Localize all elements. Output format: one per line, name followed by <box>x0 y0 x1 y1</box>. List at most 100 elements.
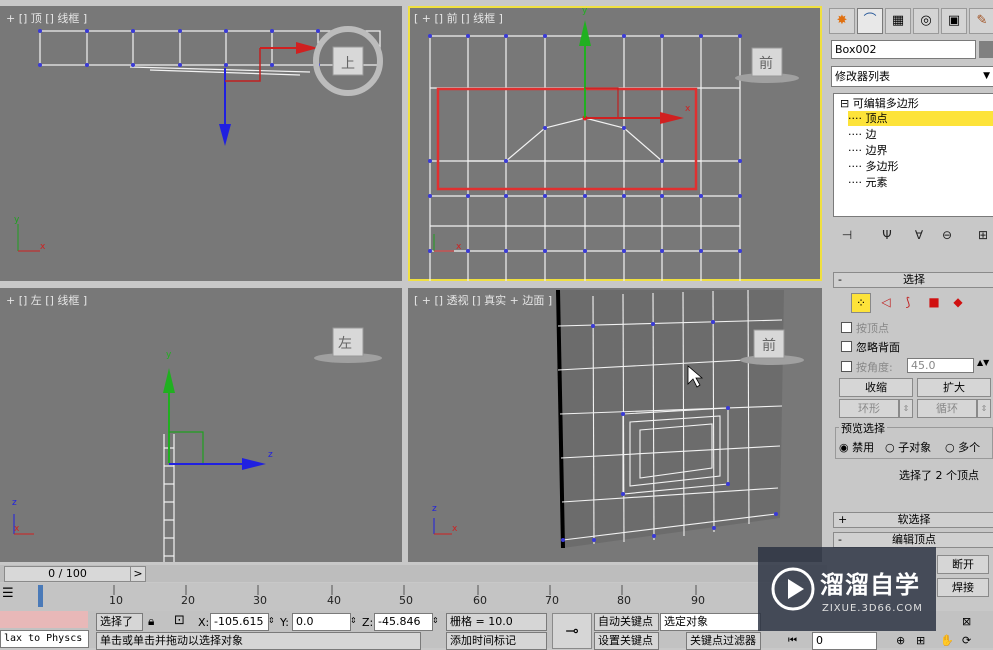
loop-spinner[interactable]: ⇕ <box>977 399 991 418</box>
modifier-list-dropdown[interactable]: 修改器列表 ▼ <box>831 66 993 87</box>
viewcube-label[interactable]: 上 <box>341 53 355 73</box>
viewport-label[interactable]: + [] 左 [] 线框 ] <box>6 292 87 308</box>
stack-item-polygon[interactable]: ···· 多边形 <box>848 159 898 174</box>
maxscript-listener-pink[interactable] <box>0 611 88 628</box>
stack-root-item[interactable]: ⊟ 可编辑多边形 <box>840 96 919 111</box>
y-label: Y: <box>280 616 289 629</box>
current-frame-field[interactable]: 0 <box>812 632 877 650</box>
watermark-logo-icon <box>771 567 815 611</box>
object-color-swatch[interactable] <box>979 41 993 58</box>
watermark-url: ZIXUE.3D66.COM <box>822 603 923 614</box>
selection-count: 选择了 <box>96 613 143 631</box>
stack-item-border[interactable]: ···· 边界 <box>848 143 887 158</box>
edit-vertices-rollout-header[interactable]: - 编辑顶点 <box>833 532 993 548</box>
x-coordinate-field[interactable]: -105.615 <box>210 613 269 631</box>
tick-label: 70 <box>545 594 559 607</box>
auto-key-button[interactable]: 自动关键点 <box>594 613 659 631</box>
selection-status-text: 选择了 2 个顶点 <box>899 469 979 482</box>
viewport-label[interactable]: + [] 顶 [] 线框 ] <box>6 10 87 26</box>
loop-button[interactable]: 循环 <box>917 399 977 418</box>
edge-mode-icon[interactable]: ◁ <box>877 293 895 311</box>
mini-curve-editor-icon[interactable]: ☰ <box>2 586 14 601</box>
next-frame-button[interactable]: > <box>130 566 146 582</box>
lock-icon[interactable]: 🔒︎ <box>148 614 154 629</box>
y-spinner[interactable]: ⇕ <box>350 616 357 625</box>
by-angle-checkbox[interactable]: 按角度: <box>841 359 893 375</box>
shrink-button[interactable]: 收缩 <box>839 378 913 397</box>
tick-label: 30 <box>253 594 267 607</box>
create-tab-icon[interactable]: ✸ <box>829 8 855 34</box>
ring-button[interactable]: 环形 <box>839 399 899 418</box>
stack-toolbar: ⊣ Ψ ∀ ⊖ ⊞ <box>833 225 993 245</box>
stack-item-vertex[interactable]: ···· 顶点 <box>848 111 993 126</box>
axis-z-label-small: z <box>432 504 437 514</box>
maxscript-listener[interactable]: lax to Physcs <box>0 630 89 648</box>
remove-modifier-icon[interactable]: ⊖ <box>937 225 957 245</box>
motion-tab-icon[interactable]: ◎ <box>913 8 939 34</box>
x-spinner[interactable]: ⇕ <box>268 616 275 625</box>
z-coordinate-field[interactable]: -45.846 <box>374 613 433 631</box>
set-key-button[interactable]: 设置关键点 <box>594 632 659 650</box>
ring-spinner[interactable]: ⇕ <box>899 399 913 418</box>
pan-icon[interactable]: ✋ <box>940 634 954 647</box>
border-mode-icon[interactable]: ⟆ <box>899 293 917 311</box>
vertex-mode-icon[interactable]: ⁘ <box>851 293 871 313</box>
angle-spinner[interactable]: 45.0 <box>907 358 974 373</box>
selected-object-dropdown[interactable]: 选定对象 <box>660 613 761 631</box>
viewport-front[interactable]: [ + [] 前 [] 线框 ] 前 y x x <box>408 6 822 281</box>
ignore-backfacing-checkbox[interactable]: 忽略背面 <box>841 339 900 355</box>
viewport-label[interactable]: [ + [] 前 [] 线框 ] <box>414 10 503 26</box>
break-button[interactable]: 断开 <box>937 555 989 574</box>
zoom-icon[interactable]: ⊕ <box>896 634 905 647</box>
go-to-start-icon[interactable]: ⏮ <box>788 635 797 646</box>
object-name-field[interactable]: Box002 <box>831 40 976 59</box>
stack-item-element[interactable]: ···· 元素 <box>848 175 887 190</box>
left-view-canvas <box>13 327 382 562</box>
preview-multi-radio[interactable]: ○ 多个 <box>945 439 980 455</box>
display-tab-icon[interactable]: ▣ <box>941 8 967 34</box>
utilities-tab-icon[interactable]: ✎ <box>969 8 993 34</box>
add-time-tag-button[interactable]: 添加时间标记 <box>446 632 547 650</box>
polygon-mode-icon[interactable]: ■ <box>925 293 943 311</box>
front-view-canvas <box>428 20 799 281</box>
key-filters-button[interactable]: 关键点过滤器 <box>686 632 761 650</box>
set-key-icon[interactable]: ⊸ <box>552 613 592 649</box>
stack-item-edge[interactable]: ···· 边 <box>848 127 876 142</box>
configure-sets-icon[interactable]: ⊞ <box>973 225 993 245</box>
axis-x-label-small: x <box>14 524 20 534</box>
viewcube-label[interactable]: 前 <box>762 335 776 355</box>
y-coordinate-field[interactable]: 0.0 <box>292 613 351 631</box>
viewcube-label[interactable]: 左 <box>338 333 352 353</box>
viewport-top[interactable]: + [] 顶 [] 线框 ] 上 y x <box>0 6 402 281</box>
modify-tab-icon[interactable]: ⌒ <box>857 8 883 34</box>
time-slider-bar: 0 / 100 > <box>0 565 827 582</box>
absolute-mode-icon[interactable]: ⊡ <box>174 613 185 628</box>
angle-spinner-arrows[interactable]: ▲▼ <box>977 358 989 367</box>
tick-label: 90 <box>691 594 705 607</box>
show-end-result-icon[interactable]: Ψ <box>877 225 897 245</box>
weld-button[interactable]: 焊接 <box>937 578 989 597</box>
by-vertex-checkbox[interactable]: 按顶点 <box>841 320 889 336</box>
soft-selection-rollout-header[interactable]: + 软选择 <box>833 512 993 528</box>
grow-button[interactable]: 扩大 <box>917 378 991 397</box>
viewport-label[interactable]: [ + [] 透视 [] 真实 + 边面 ] <box>414 292 552 308</box>
make-unique-icon[interactable]: ∀ <box>909 225 929 245</box>
pin-stack-icon[interactable]: ⊣ <box>837 225 857 245</box>
viewport-left[interactable]: + [] 左 [] 线框 ] 左 y z z x <box>0 288 402 562</box>
modifier-list-label: 修改器列表 <box>835 70 890 83</box>
hierarchy-tab-icon[interactable]: ▦ <box>885 8 911 34</box>
time-slider[interactable]: 0 / 100 <box>4 566 131 582</box>
track-bar[interactable]: ☰ 10 20 30 40 50 60 70 80 90 <box>0 583 827 611</box>
perspective-view-canvas <box>433 289 804 549</box>
selection-rollout-header[interactable]: - 选择 <box>833 272 993 288</box>
preview-subobject-radio[interactable]: ○ 子对象 <box>885 439 931 455</box>
element-mode-icon[interactable]: ◆ <box>949 293 967 311</box>
viewcube-label[interactable]: 前 <box>759 53 773 73</box>
axis-x-label: x <box>685 104 691 114</box>
z-spinner[interactable]: ⇕ <box>432 616 439 625</box>
orbit-icon[interactable]: ⟳ <box>962 634 971 647</box>
maximize-viewport-icon[interactable]: ⊠ <box>962 615 971 628</box>
viewport-perspective[interactable]: [ + [] 透视 [] 真实 + 边面 ] 前 z x <box>408 288 822 562</box>
preview-disabled-radio[interactable]: ◉ 禁用 <box>839 439 874 455</box>
zoom-all-icon[interactable]: ⊞ <box>916 634 925 647</box>
